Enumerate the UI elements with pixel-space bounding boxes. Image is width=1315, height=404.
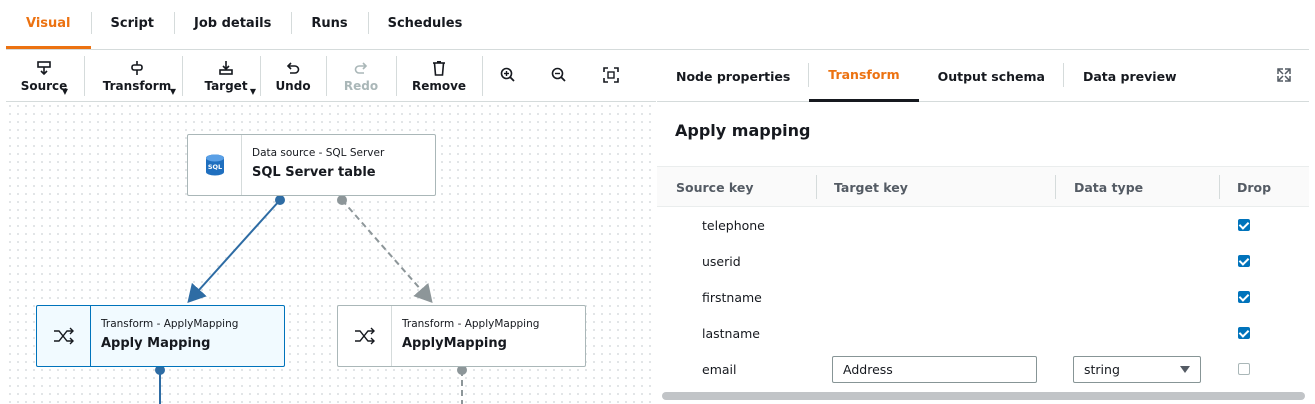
details-tab-bar: Node properties Transform Output schema … xyxy=(657,50,1309,102)
node-title: Apply Mapping xyxy=(101,336,211,351)
chevron-down-icon: ▼ xyxy=(169,87,176,96)
tab-data-preview[interactable]: Data preview xyxy=(1064,50,1196,102)
tab-visual[interactable]: Visual xyxy=(6,0,91,49)
transform-button[interactable]: Transform ▼ xyxy=(100,50,176,102)
data-type-select[interactable]: string xyxy=(1073,356,1201,383)
edge-source-to-apply-mapping[interactable] xyxy=(187,199,281,303)
tab-runs[interactable]: Runs xyxy=(291,0,367,46)
node-title: ApplyMapping xyxy=(402,336,507,351)
zoom-in-icon[interactable] xyxy=(499,66,517,84)
undo-button[interactable]: Undo xyxy=(272,50,314,102)
source-key-cell: telephone xyxy=(702,217,765,233)
top-tab-bar: Visual Script Job details Runs Schedules xyxy=(6,0,1309,50)
toolbar-divider xyxy=(182,56,183,96)
table-row: email Address string xyxy=(657,351,1309,387)
column-target-key[interactable]: Target key xyxy=(834,167,908,208)
node-category: Transform - ApplyMapping xyxy=(402,318,540,330)
undo-icon xyxy=(286,61,300,74)
table-row: firstname xyxy=(657,279,1309,315)
svg-text:SQL: SQL xyxy=(207,163,221,171)
edge-source-to-applymapping[interactable] xyxy=(341,199,433,304)
editor-toolbar: Source ▼ Transform ▼ Target ▼ Undo Redo … xyxy=(6,50,656,102)
output-port[interactable] xyxy=(337,195,347,205)
toolbar-divider xyxy=(84,56,85,96)
redo-icon xyxy=(354,61,368,74)
transform-icon xyxy=(131,60,143,75)
output-port[interactable] xyxy=(275,195,285,205)
source-key-cell: firstname xyxy=(702,289,762,305)
toolbar-divider xyxy=(396,56,397,96)
column-source-key[interactable]: Source key xyxy=(676,167,754,208)
toolbar-divider xyxy=(482,56,483,96)
target-key-input[interactable]: Address xyxy=(832,356,1037,383)
source-button[interactable]: Source ▼ xyxy=(21,50,68,102)
node-sql-server-source[interactable]: SQL Data source - SQL Server SQL Server … xyxy=(187,134,436,196)
tab-transform[interactable]: Transform xyxy=(809,50,919,102)
source-key-cell: email xyxy=(702,361,737,377)
visual-editor-panel: Source ▼ Transform ▼ Target ▼ Undo Redo … xyxy=(6,50,656,404)
horizontal-scrollbar[interactable] xyxy=(662,392,1305,400)
expand-icon[interactable] xyxy=(1277,68,1291,82)
toolbar-divider xyxy=(260,56,261,96)
zoom-out-icon[interactable] xyxy=(550,66,568,84)
table-header: Source key Target key Data type Drop xyxy=(657,166,1309,207)
job-graph-canvas[interactable]: SQL Data source - SQL Server SQL Server … xyxy=(6,102,656,404)
mapping-table: Source key Target key Data type Drop tel… xyxy=(657,166,1309,387)
shuffle-icon xyxy=(53,327,74,345)
tab-job-details[interactable]: Job details xyxy=(173,0,291,46)
node-title: SQL Server table xyxy=(252,165,376,180)
node-details-panel: Node properties Transform Output schema … xyxy=(657,50,1309,404)
target-button[interactable]: Target ▼ xyxy=(198,50,256,102)
trash-icon xyxy=(433,60,445,76)
fit-to-screen-icon[interactable] xyxy=(602,66,620,84)
tab-node-properties[interactable]: Node properties xyxy=(657,50,810,102)
table-row: lastname xyxy=(657,315,1309,351)
target-icon xyxy=(219,60,233,75)
drop-checkbox[interactable] xyxy=(1238,291,1250,303)
drop-checkbox[interactable] xyxy=(1238,219,1250,231)
node-applymapping[interactable]: Transform - ApplyMapping ApplyMapping xyxy=(337,305,586,367)
node-category: Transform - ApplyMapping xyxy=(101,318,239,330)
table-row: telephone xyxy=(657,207,1309,243)
chevron-down-icon: ▼ xyxy=(61,87,68,96)
source-key-cell: lastname xyxy=(702,325,760,341)
redo-button[interactable]: Redo xyxy=(340,50,382,102)
table-row: userid xyxy=(657,243,1309,279)
tab-script[interactable]: Script xyxy=(90,0,174,46)
remove-button[interactable]: Remove xyxy=(412,50,466,102)
column-data-type[interactable]: Data type xyxy=(1074,167,1143,208)
node-category: Data source - SQL Server xyxy=(252,147,385,159)
drop-checkbox[interactable] xyxy=(1238,363,1250,375)
column-drop[interactable]: Drop xyxy=(1237,167,1271,208)
chevron-down-icon: ▼ xyxy=(249,87,256,96)
source-key-cell: userid xyxy=(702,253,741,269)
drop-checkbox[interactable] xyxy=(1238,255,1250,267)
drop-checkbox[interactable] xyxy=(1238,327,1250,339)
source-icon xyxy=(37,60,51,75)
section-title: Apply mapping xyxy=(675,121,811,140)
toolbar-divider xyxy=(326,56,327,96)
database-icon: SQL xyxy=(205,154,224,176)
shuffle-icon xyxy=(354,327,375,345)
caret-down-icon xyxy=(1180,366,1190,373)
tab-schedules[interactable]: Schedules xyxy=(367,0,483,46)
node-apply-mapping-selected[interactable]: Transform - ApplyMapping Apply Mapping xyxy=(36,305,285,367)
tab-output-schema[interactable]: Output schema xyxy=(919,50,1064,102)
